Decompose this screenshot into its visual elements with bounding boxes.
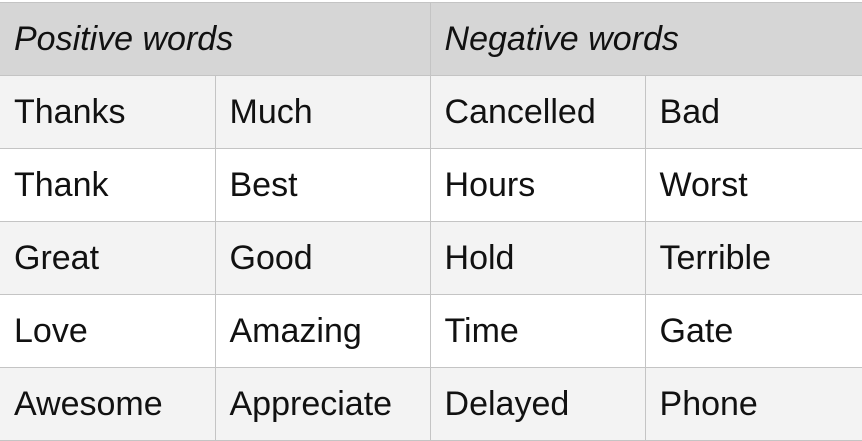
positive-word-cell: Much	[214, 75, 431, 149]
table-row: Awesome Appreciate Delayed Phone	[0, 367, 862, 441]
negative-word-cell: Cancelled	[429, 75, 646, 149]
negative-word-cell: Time	[429, 294, 646, 368]
negative-word-cell: Hours	[429, 148, 646, 222]
positive-word-cell: Best	[214, 148, 431, 222]
negative-word-cell: Gate	[644, 294, 862, 368]
table-header: Positive words Negative words	[0, 2, 862, 76]
negative-word-cell: Phone	[644, 367, 862, 441]
negative-word-cell: Bad	[644, 75, 862, 149]
negative-word-cell: Worst	[644, 148, 862, 222]
negative-word-cell: Terrible	[644, 221, 862, 295]
table-body: Thanks Much Cancelled Bad Thank Best Hou…	[0, 75, 862, 441]
positive-word-cell: Amazing	[214, 294, 431, 368]
positive-word-cell: Good	[214, 221, 431, 295]
negative-words-header: Negative words	[429, 2, 862, 76]
table-row: Great Good Hold Terrible	[0, 221, 862, 295]
positive-words-header: Positive words	[0, 2, 431, 76]
positive-word-cell: Awesome	[0, 367, 216, 441]
positive-word-cell: Love	[0, 294, 216, 368]
positive-word-cell: Thank	[0, 148, 216, 222]
positive-word-cell: Thanks	[0, 75, 216, 149]
word-table: Positive words Negative words Thanks Muc…	[0, 2, 862, 441]
header-row: Positive words Negative words	[0, 2, 862, 76]
table-row: Thanks Much Cancelled Bad	[0, 75, 862, 149]
table-row: Thank Best Hours Worst	[0, 148, 862, 222]
positive-word-cell: Great	[0, 221, 216, 295]
negative-word-cell: Delayed	[429, 367, 646, 441]
table-row: Love Amazing Time Gate	[0, 294, 862, 368]
negative-word-cell: Hold	[429, 221, 646, 295]
positive-word-cell: Appreciate	[214, 367, 431, 441]
